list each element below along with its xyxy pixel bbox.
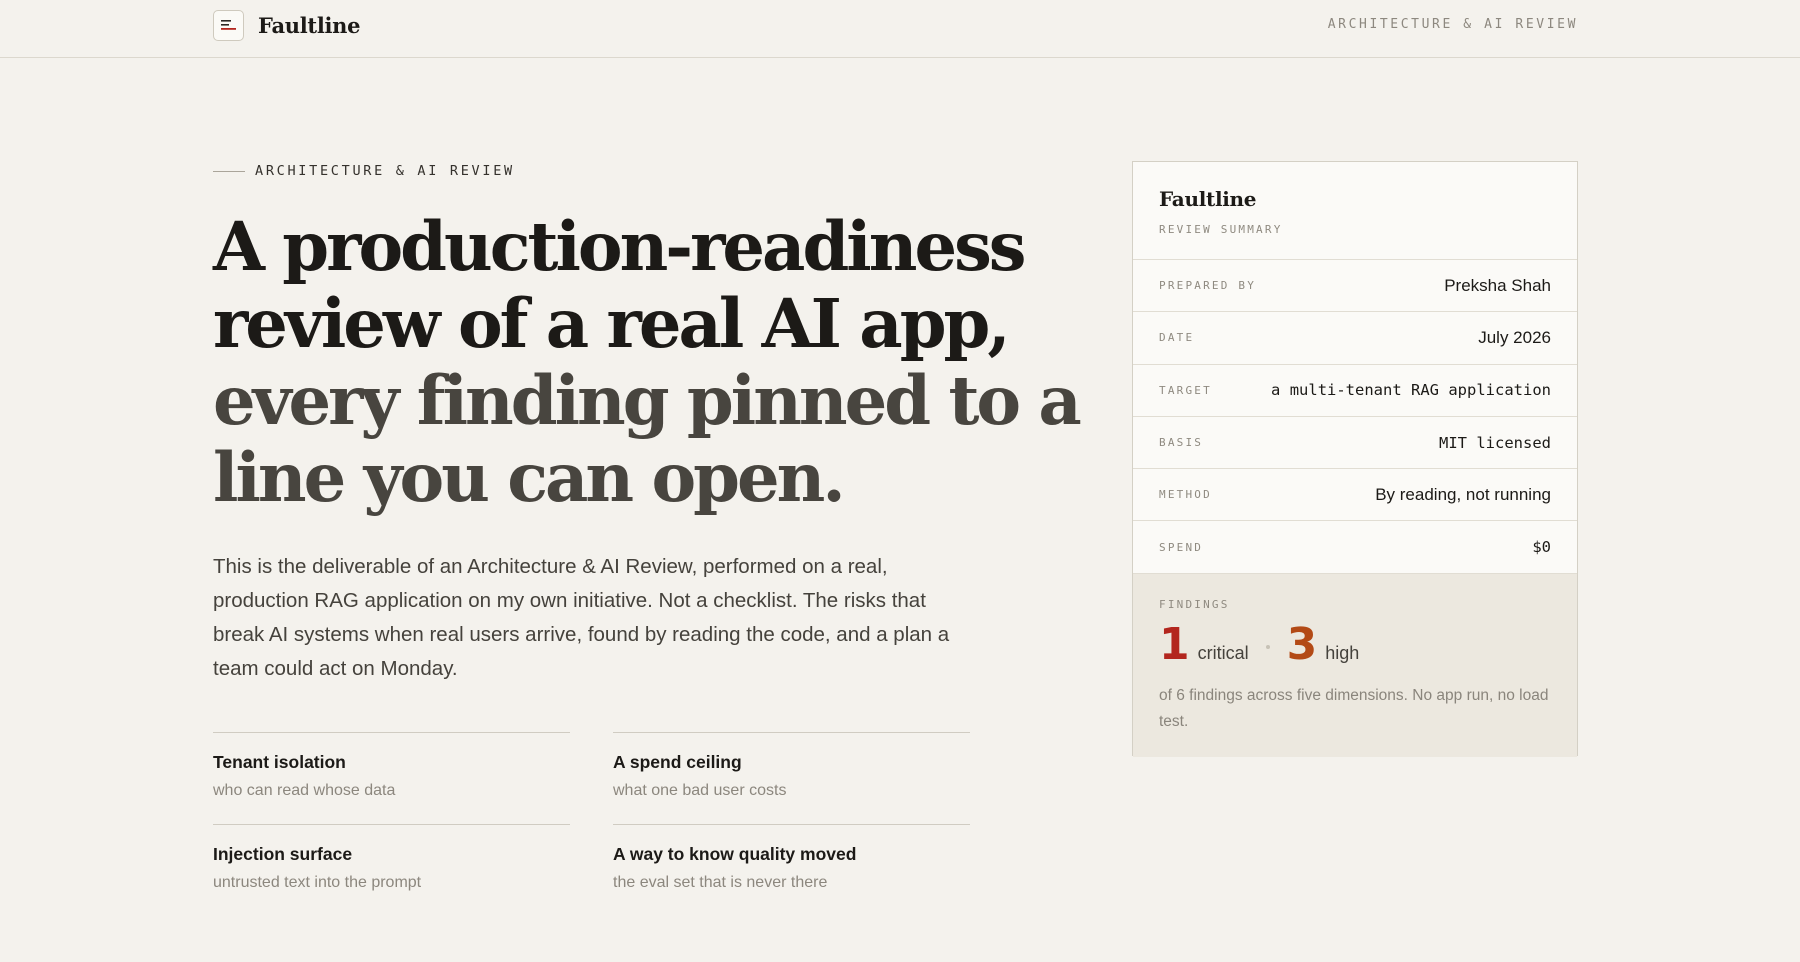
findings-panel: FINDINGS 1 critical 3 high of 6 findings… [1133, 573, 1577, 757]
row-value: July 2026 [1478, 327, 1551, 347]
feature-subtitle: the eval set that is never there [613, 874, 828, 891]
feature-grid: Tenant isolation who can read whose data… [213, 732, 970, 916]
row-label: DATE [1159, 331, 1195, 345]
feature-subtitle: what one bad user costs [613, 782, 787, 799]
high-label: high [1325, 642, 1360, 663]
feature-item: A way to know quality moved the eval set… [613, 824, 970, 916]
findings-counts: 1 critical 3 high [1159, 618, 1551, 671]
eyebrow: ARCHITECTURE & AI REVIEW [213, 163, 515, 179]
row-label: BASIS [1159, 436, 1204, 450]
review-summary-card: Faultline REVIEW SUMMARY PREPARED BY Pre… [1132, 161, 1578, 757]
menu-lines-icon [213, 10, 244, 41]
feature-subtitle: who can read whose data [213, 782, 396, 799]
headline-line-2: review of a real AI app, [213, 284, 1011, 363]
intro-paragraph: This is the deliverable of an Architectu… [213, 555, 950, 680]
eyebrow-text: ARCHITECTURE & AI REVIEW [255, 163, 515, 179]
findings-note: of 6 findings across five dimensions. No… [1159, 686, 1549, 730]
row-value: $0 [1532, 538, 1551, 557]
feature-item: Injection surface untrusted text into th… [213, 824, 570, 916]
summary-row-spend: SPEND $0 [1133, 521, 1577, 574]
row-value: MIT licensed [1439, 433, 1551, 452]
feature-title: Injection surface [213, 844, 353, 864]
summary-row-date: DATE July 2026 [1133, 312, 1577, 365]
brand-link[interactable]: Faultline [213, 10, 361, 41]
summary-row-basis: BASIS MIT licensed [1133, 417, 1577, 470]
headline: A production-readiness review of a real … [213, 207, 1082, 517]
row-label: SPEND [1159, 540, 1204, 554]
eyebrow-rule [213, 170, 245, 172]
top-bar: Faultline ARCHITECTURE & AI REVIEW [0, 0, 1800, 58]
separator-dot [1265, 644, 1270, 649]
high-count: 3 [1286, 618, 1318, 670]
findings-label: FINDINGS [1159, 597, 1230, 611]
row-value: By reading, not running [1375, 484, 1551, 504]
feature-item: Tenant isolation who can read whose data [213, 732, 570, 824]
card-subtitle: REVIEW SUMMARY [1159, 223, 1283, 236]
critical-count: 1 [1159, 618, 1190, 670]
feature-item: A spend ceiling what one bad user costs [613, 732, 970, 824]
card-title: Faultline [1159, 187, 1257, 211]
row-label: PREPARED BY [1159, 279, 1257, 293]
feature-title: Tenant isolation [213, 752, 346, 772]
headline-line-1: A production-readiness [213, 207, 1027, 286]
summary-row-method: METHOD By reading, not running [1133, 469, 1577, 522]
feature-title: A way to know quality moved [613, 844, 857, 864]
summary-row-target: TARGET a multi-tenant RAG application [1133, 365, 1577, 417]
row-value: Preksha Shah [1444, 275, 1551, 295]
feature-title: A spend ceiling [613, 752, 742, 772]
critical-label: critical [1197, 642, 1249, 663]
headline-line-3: every finding pinned to a [213, 361, 1082, 440]
brand-name: Faultline [258, 13, 361, 38]
card-header: Faultline REVIEW SUMMARY [1133, 162, 1577, 260]
row-label: TARGET [1159, 383, 1212, 397]
feature-subtitle: untrusted text into the prompt [213, 874, 422, 891]
headline-line-4: line you can open. [213, 438, 846, 517]
row-value: a multi-tenant RAG application [1271, 381, 1551, 400]
summary-row-prepared-by: PREPARED BY Preksha Shah [1133, 260, 1577, 313]
row-label: METHOD [1159, 488, 1212, 502]
nav-label[interactable]: ARCHITECTURE & AI REVIEW [1328, 17, 1578, 32]
